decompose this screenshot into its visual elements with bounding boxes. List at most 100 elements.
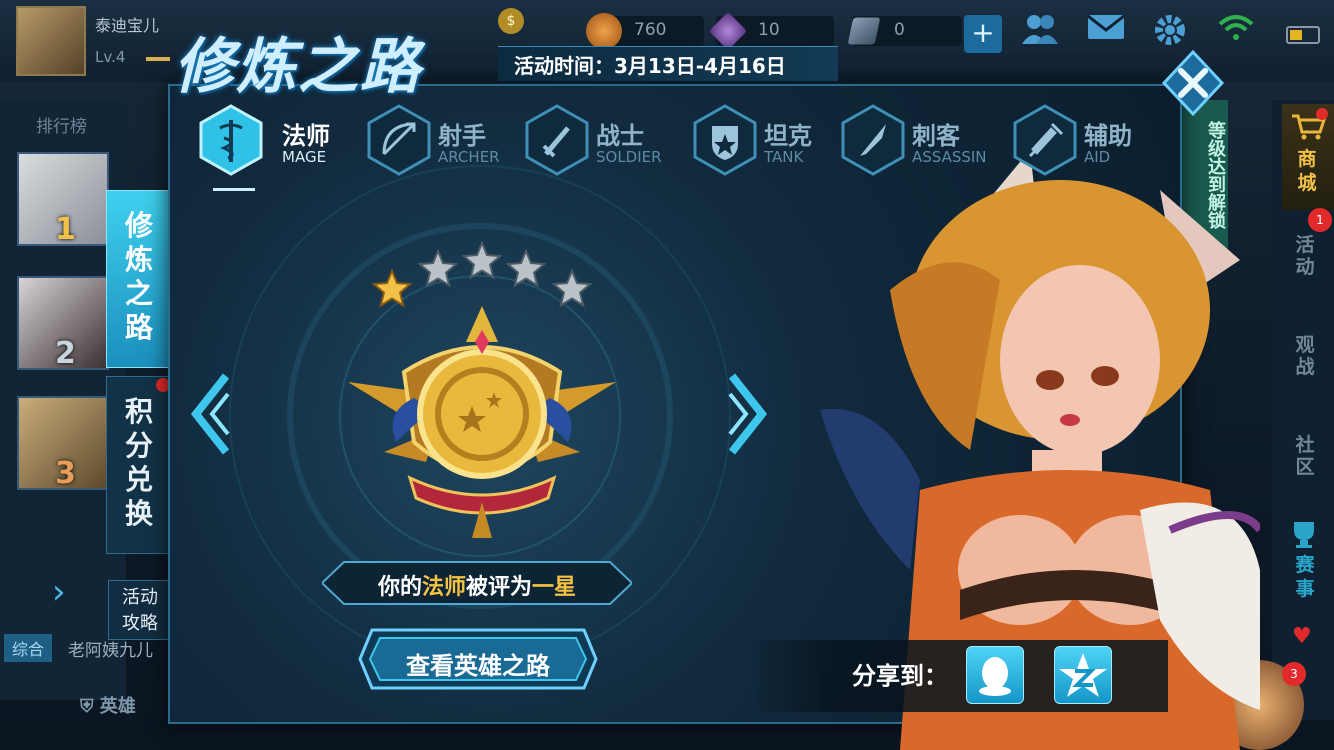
star-empty-icon: [461, 240, 503, 280]
chat-channel-tag[interactable]: 综合: [4, 634, 53, 662]
event-title: 修炼之路: [174, 32, 422, 102]
player-name: 泰迪宝儿: [95, 16, 160, 35]
rating-text-mid: 被评为: [466, 575, 533, 600]
caduceus-icon: [199, 104, 263, 176]
rank-number: 2: [55, 336, 76, 370]
tab-archer[interactable]: 射手 ARCHER: [366, 104, 516, 176]
star-empty-icon: [417, 248, 459, 288]
hero-nav-button[interactable]: ⛨ 英雄: [80, 692, 136, 718]
friends-icon[interactable]: [1018, 12, 1062, 52]
shield-icon: [693, 104, 757, 176]
side-tab-points-exchange[interactable]: 积 分 兑 换: [106, 376, 172, 554]
activity-badge: 1: [1308, 208, 1332, 232]
rating-text-rank: 一星: [532, 575, 577, 600]
diamond-currency: 10: [708, 11, 834, 51]
coupon-icon: [847, 17, 881, 45]
coupon-value: 0: [894, 20, 905, 40]
rating-text-prefix: 你的: [377, 575, 422, 600]
level-progress-bar: [146, 57, 170, 61]
close-button[interactable]: [1160, 50, 1226, 116]
tab-soldier[interactable]: 战士 SOLDIER: [524, 104, 674, 176]
side-tab-char: 路: [124, 311, 153, 344]
next-arrow-button[interactable]: [726, 372, 770, 456]
battery-icon: [1286, 26, 1320, 44]
tab-aid[interactable]: 辅助 AID: [1012, 104, 1152, 176]
gold-currency: 760: [586, 13, 704, 49]
notification-dot: [1316, 108, 1328, 120]
player-avatar[interactable]: [16, 6, 86, 76]
rating-text-class: 法师: [421, 575, 466, 600]
right-item-char: 观: [1295, 334, 1315, 356]
event-time: 活动时间：3月13日-4月16日: [514, 54, 786, 78]
heart-icon: ♥: [1292, 624, 1312, 649]
gold-bag-icon[interactable]: $: [498, 8, 524, 34]
rank-card-1[interactable]: 1: [17, 152, 109, 246]
gold-value: 760: [634, 20, 667, 40]
settings-gear-icon[interactable]: [1148, 12, 1192, 52]
tab-label-cn: 辅助: [1084, 122, 1132, 150]
share-qq-button[interactable]: [966, 646, 1024, 704]
tab-label-en: ARCHER: [438, 148, 500, 166]
share-qzone-button[interactable]: [1054, 646, 1112, 704]
side-tab-char: 炼: [124, 243, 153, 276]
right-item-char: 区: [1295, 456, 1315, 478]
side-tab-char: 换: [124, 497, 153, 530]
side-tab-char: 兑: [124, 463, 153, 496]
expand-arrow-icon[interactable]: ›: [52, 572, 66, 612]
sword-icon: [525, 104, 589, 176]
event-guide-button[interactable]: 活动 攻略: [108, 580, 172, 640]
rank-number: 1: [55, 212, 76, 246]
tab-label-en: SOLDIER: [596, 148, 662, 166]
side-tab-char: 修: [124, 209, 153, 242]
right-item-char: 活: [1295, 234, 1315, 256]
right-item-char: 事: [1295, 578, 1315, 600]
add-currency-button[interactable]: +: [964, 15, 1002, 53]
tab-mage[interactable]: 法师 MAGE: [198, 104, 358, 176]
rank-title: 排行榜: [36, 117, 87, 137]
diamond-value: 10: [758, 20, 780, 40]
right-item-char: 动: [1295, 256, 1315, 278]
tab-label-en: MAGE: [282, 148, 327, 166]
hero-nav-label: 英雄: [99, 696, 136, 717]
side-tab-char: 积: [124, 395, 153, 428]
star-filled-icon: [371, 268, 413, 308]
previous-arrow-button[interactable]: [188, 372, 232, 456]
right-item-char: 赛: [1295, 554, 1315, 576]
tab-tank[interactable]: 坦克 TANK: [692, 104, 832, 176]
coupon-currency: 0: [847, 16, 962, 46]
tab-label-en: AID: [1084, 148, 1111, 166]
star-empty-icon: [551, 268, 593, 308]
tab-label-cn: 法师: [282, 122, 330, 150]
shop-label-char: 商: [1297, 148, 1317, 170]
active-tab-indicator: [213, 188, 255, 191]
tab-label-cn: 战士: [596, 122, 644, 150]
gold-coin-icon: [586, 13, 622, 49]
tab-label-cn: 刺客: [912, 122, 960, 150]
side-tab-char: 之: [124, 277, 153, 310]
shop-label-char: 城: [1297, 172, 1317, 194]
tab-label-en: TANK: [764, 148, 804, 166]
syringe-icon: [1013, 104, 1077, 176]
share-label: 分享到：: [852, 662, 948, 690]
tab-label-cn: 坦克: [764, 122, 812, 150]
bow-icon: [367, 104, 431, 176]
dagger-icon: [841, 104, 905, 176]
tab-label-en: ASSASSIN: [912, 148, 987, 166]
rank-number: 3: [55, 456, 76, 490]
rank-card-2[interactable]: 2: [17, 276, 109, 370]
rating-text: 你的法师被评为一星: [322, 569, 632, 601]
wifi-icon: [1214, 12, 1258, 52]
rank-card-3[interactable]: 3: [17, 396, 109, 490]
player-level: Lv.4: [95, 48, 126, 66]
guide-label-line: 活动: [122, 587, 158, 608]
side-tab-training-road[interactable]: 修 炼 之 路: [106, 190, 172, 368]
star-empty-icon: [505, 248, 547, 288]
side-tab-char: 分: [124, 429, 153, 462]
one-star-emblem-icon: [348, 306, 616, 538]
right-item-char: 战: [1295, 356, 1315, 378]
mail-icon[interactable]: [1084, 12, 1128, 52]
chat-message: 老阿姨九儿: [68, 641, 153, 661]
tab-assassin[interactable]: 刺客 ASSASSIN: [840, 104, 1000, 176]
trophy-icon: [1294, 522, 1314, 548]
shop-button[interactable]: 商 城: [1282, 104, 1334, 210]
